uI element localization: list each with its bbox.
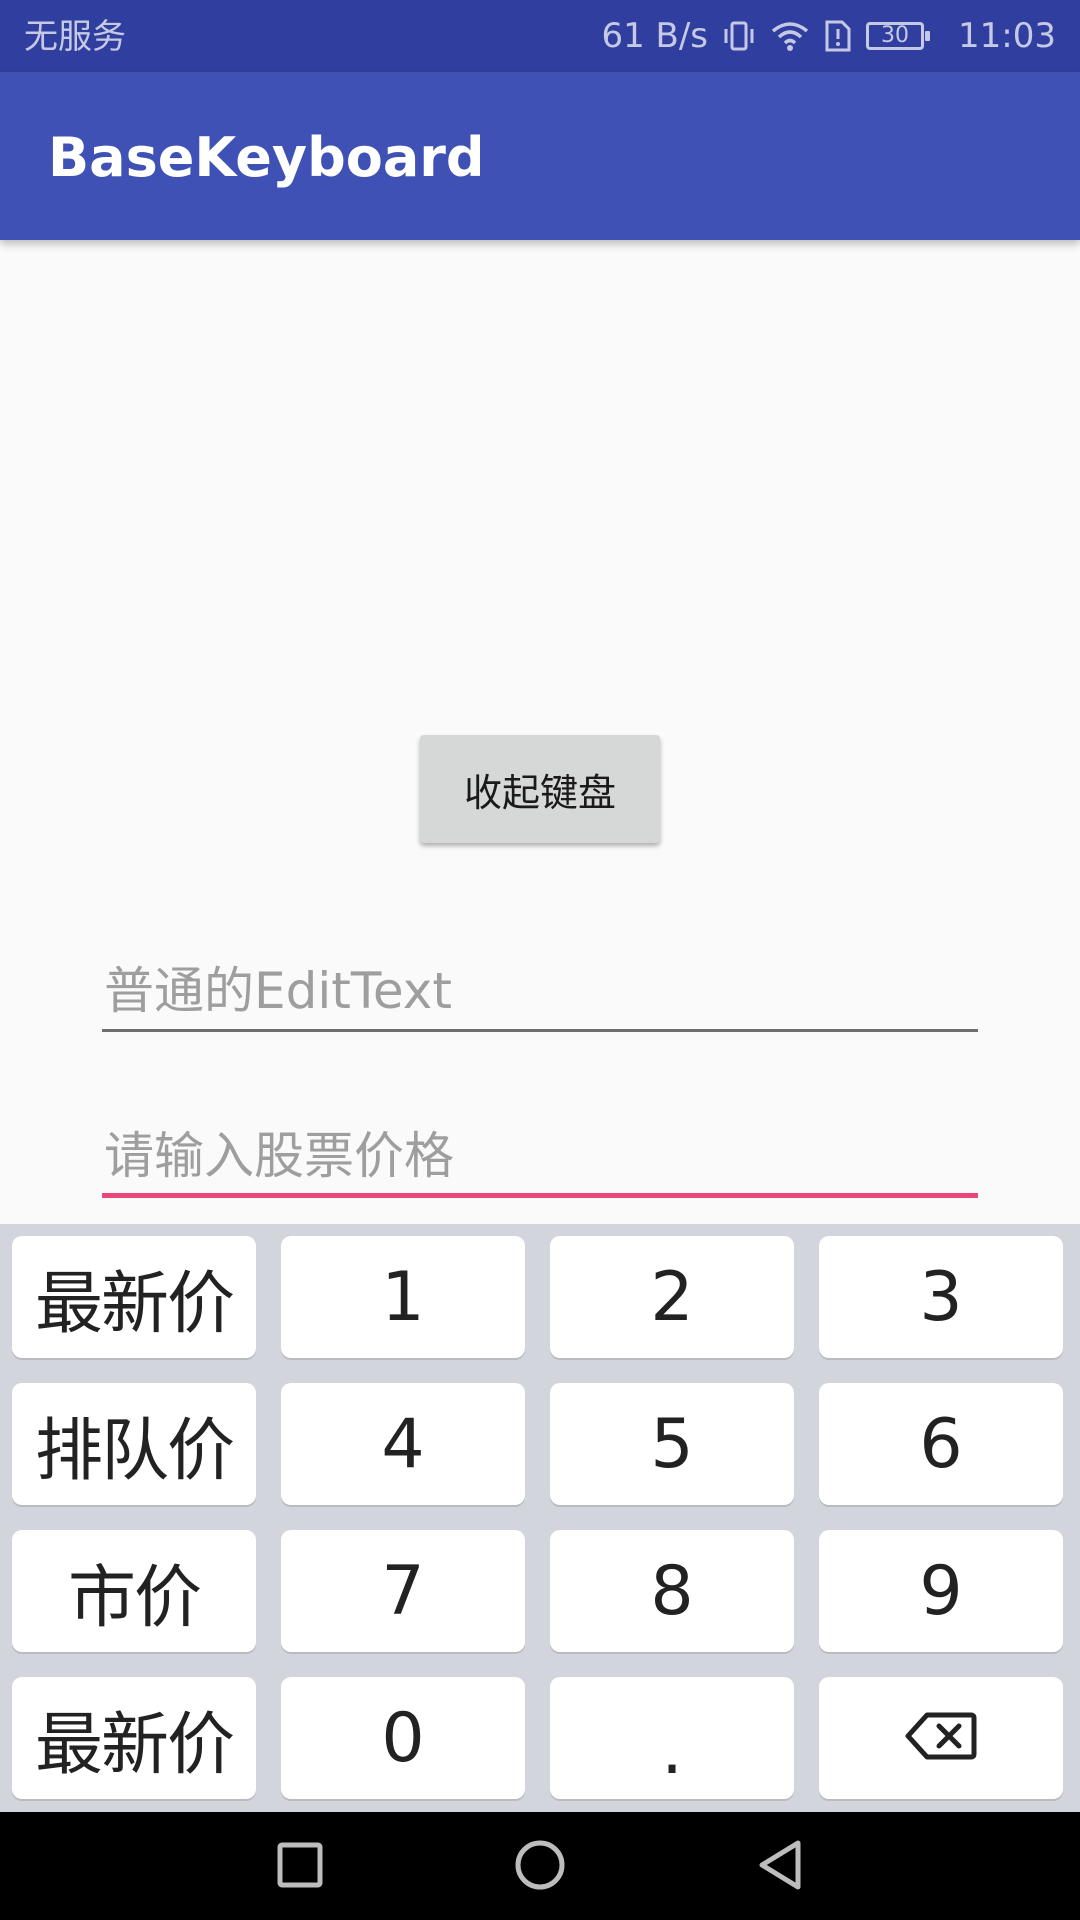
key-dot[interactable]: . (550, 1677, 794, 1799)
key-1[interactable]: 1 (281, 1236, 525, 1358)
home-button[interactable] (492, 1830, 588, 1902)
stock-price-input[interactable] (102, 1118, 978, 1198)
recent-apps-button[interactable] (252, 1830, 348, 1902)
normal-edit-text[interactable] (102, 952, 978, 1032)
key-8[interactable]: 8 (550, 1530, 794, 1652)
collapse-keyboard-button[interactable]: 收起键盘 (420, 735, 660, 843)
key-9[interactable]: 9 (819, 1530, 1063, 1652)
key-7[interactable]: 7 (281, 1530, 525, 1652)
carrier-label: 无服务 (24, 17, 126, 57)
vibrate-icon (722, 19, 756, 53)
recent-apps-icon (276, 1841, 324, 1892)
key-queue-price[interactable]: 排队价 (12, 1383, 256, 1505)
status-bar: 无服务 61 B/s 30 11:03 (0, 0, 1080, 72)
backspace-icon (905, 1711, 977, 1765)
stock-keyboard: 最新价 1 2 3 排队价 4 5 6 市价 7 8 9 最新价 0 . (0, 1224, 1080, 1812)
navigation-bar (0, 1812, 1080, 1920)
sim-alert-icon (824, 19, 852, 53)
status-icons: 61 B/s 30 11:03 (601, 0, 1056, 72)
back-button[interactable] (732, 1830, 828, 1902)
key-0[interactable]: 0 (281, 1677, 525, 1799)
battery-icon: 30 (866, 22, 931, 50)
wifi-icon (770, 19, 810, 53)
key-market-price[interactable]: 市价 (12, 1530, 256, 1652)
key-latest-price-2[interactable]: 最新价 (12, 1677, 256, 1799)
key-2[interactable]: 2 (550, 1236, 794, 1358)
key-latest-price[interactable]: 最新价 (12, 1236, 256, 1358)
back-icon (756, 1839, 804, 1894)
key-6[interactable]: 6 (819, 1383, 1063, 1505)
app-bar: BaseKeyboard (0, 72, 1080, 240)
key-delete[interactable] (819, 1677, 1063, 1799)
app-title: BaseKeyboard (48, 126, 485, 189)
clock: 11:03 (958, 16, 1056, 56)
key-4[interactable]: 4 (281, 1383, 525, 1505)
key-5[interactable]: 5 (550, 1383, 794, 1505)
key-3[interactable]: 3 (819, 1236, 1063, 1358)
network-speed: 61 B/s (601, 16, 709, 56)
home-icon (514, 1839, 566, 1894)
